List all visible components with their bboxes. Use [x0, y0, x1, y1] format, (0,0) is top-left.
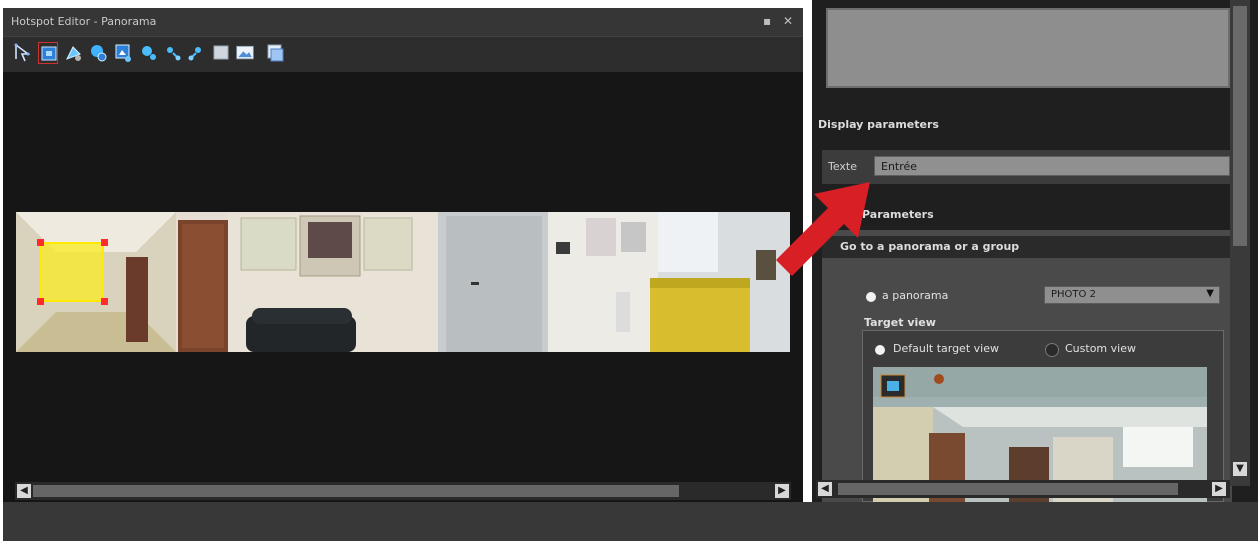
target-view-box: Default target view Custom view [862, 330, 1224, 503]
photo-icon[interactable] [235, 42, 259, 64]
editor-title-bar: Hotspot Editor - Panorama ▪ ✕ [3, 8, 803, 36]
hotspot-editor-panel: Hotspot Editor - Panorama ▪ ✕ ◀ ▶ [3, 8, 803, 502]
select-icon[interactable] [13, 42, 33, 64]
chevron-down-icon: ▼ [1206, 288, 1214, 299]
rectangle-icon[interactable] [211, 42, 231, 64]
radio-panorama[interactable] [866, 292, 876, 302]
hotspot-preview [826, 8, 1230, 88]
annotation-arrow-icon [776, 182, 870, 276]
panorama-image[interactable] [16, 212, 790, 352]
move-point-icon[interactable] [139, 42, 159, 64]
radio-panorama-label: a panorama [882, 289, 949, 302]
scroll-thumb[interactable] [33, 485, 679, 497]
close-icon[interactable]: ✕ [783, 14, 793, 28]
add-point-icon[interactable] [63, 42, 83, 64]
hotspot-polygon[interactable] [40, 242, 104, 302]
parameters-panel: Go to a panorama or a group a panorama P… [822, 230, 1232, 503]
add-vertex-icon[interactable] [163, 42, 183, 64]
editor-canvas[interactable] [3, 72, 803, 482]
pin-icon[interactable]: ▪ [763, 14, 771, 28]
copy-view-icon[interactable] [265, 42, 285, 64]
hotspot-vertex[interactable] [37, 298, 44, 305]
image-hotspot-icon[interactable] [113, 42, 133, 64]
editor-title: Hotspot Editor - Panorama [11, 15, 157, 28]
editor-horizontal-scrollbar[interactable]: ◀ ▶ [15, 482, 791, 500]
scroll-thumb[interactable] [1233, 6, 1247, 246]
polygon-icon[interactable] [38, 42, 58, 64]
properties-vertical-scrollbar[interactable]: ▼ [1230, 0, 1250, 486]
hotspot-vertex[interactable] [37, 239, 44, 246]
scroll-right-icon[interactable]: ▶ [1212, 482, 1226, 496]
scroll-left-icon[interactable]: ◀ [818, 482, 832, 496]
scroll-thumb[interactable] [838, 483, 1178, 495]
custom-view-label: Custom view [1065, 342, 1136, 355]
remove-vertex-icon[interactable] [186, 42, 206, 64]
status-bar [3, 502, 1258, 541]
panorama-scene [16, 212, 790, 352]
editor-toolbar [3, 36, 803, 72]
scroll-down-icon[interactable]: ▼ [1233, 462, 1247, 476]
panorama-select[interactable]: PHOTO 2 ▼ [1044, 286, 1220, 304]
radio-custom-view[interactable] [1045, 343, 1059, 357]
tooltip-label: Texte [828, 160, 858, 173]
display-parameters-header: Display parameters [818, 118, 1228, 138]
default-view-label: Default target view [893, 342, 999, 355]
display-parameters-label: Display parameters [818, 118, 939, 131]
goto-section-header[interactable]: Go to a panorama or a group [822, 236, 1232, 258]
tooltip-row: Texte Entrée [822, 150, 1232, 184]
radio-default-view[interactable] [875, 345, 885, 355]
properties-horizontal-scrollbar[interactable]: ◀ ▶ [816, 480, 1230, 498]
tooltip-input[interactable]: Entrée [874, 156, 1230, 176]
scroll-right-icon[interactable]: ▶ [775, 484, 789, 498]
scroll-left-icon[interactable]: ◀ [17, 484, 31, 498]
target-view-label: Target view [864, 316, 936, 329]
hotspot-vertex[interactable] [101, 239, 108, 246]
hotspot-vertex[interactable] [101, 298, 108, 305]
add-hotspot-icon[interactable] [88, 42, 108, 64]
panorama-select-value: PHOTO 2 [1051, 289, 1096, 300]
